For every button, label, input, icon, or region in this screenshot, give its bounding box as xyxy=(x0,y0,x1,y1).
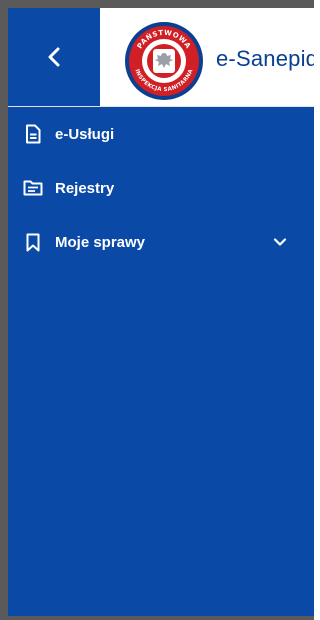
header-clip: PAŃSTWOWA INSPEKCJA SANITARNA e-Sanepid xyxy=(8,8,314,107)
brand-name[interactable]: e-Sanepid xyxy=(216,46,314,72)
nav-item-label: Moje sprawy xyxy=(55,233,146,251)
bookmark-icon xyxy=(22,231,44,253)
nav-item-rejestry[interactable]: Rejestry xyxy=(8,161,314,215)
nav-item-label: e-Usługi xyxy=(55,125,115,143)
back-button[interactable] xyxy=(8,8,100,106)
nav-item-label: Rejestry xyxy=(55,179,115,197)
folder-list-icon xyxy=(22,177,44,199)
nav-item-e-uslugi[interactable]: e-Usługi xyxy=(8,107,314,161)
side-menu: PAŃSTWOWA INSPEKCJA SANITARNA e-Sanepid … xyxy=(8,8,314,616)
logo[interactable]: PAŃSTWOWA INSPEKCJA SANITARNA xyxy=(124,21,204,101)
nav-item-moje-sprawy[interactable]: Moje sprawy xyxy=(8,215,314,269)
chevron-down-icon[interactable] xyxy=(272,234,288,250)
nav-menu: e-Usługi Rejestry Moje sprawy xyxy=(8,107,314,269)
chevron-left-icon xyxy=(47,47,61,67)
menu-header: PAŃSTWOWA INSPEKCJA SANITARNA e-Sanepid xyxy=(8,8,314,107)
document-icon xyxy=(22,123,44,145)
